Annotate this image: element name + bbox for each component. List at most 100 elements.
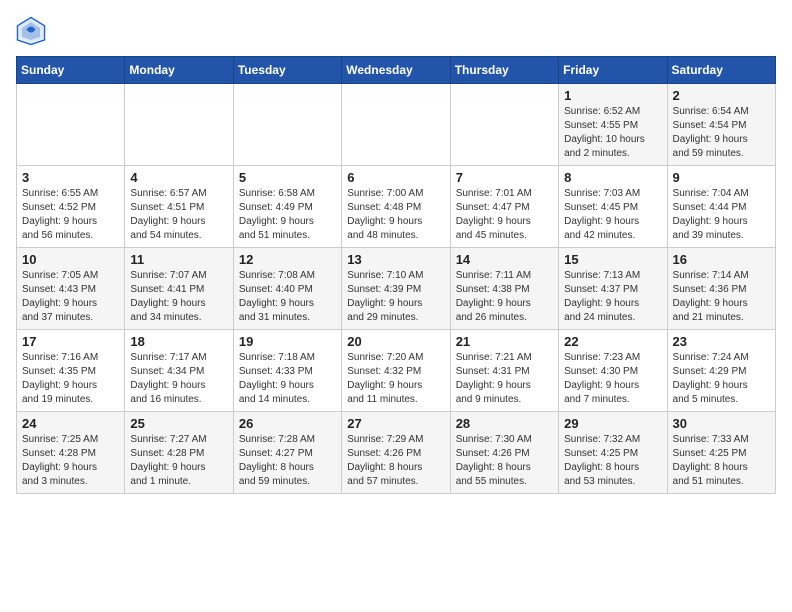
weekday-header: Tuesday — [233, 57, 341, 84]
day-number: 17 — [22, 334, 119, 349]
day-info: Sunrise: 7:17 AM Sunset: 4:34 PM Dayligh… — [130, 351, 227, 407]
day-number: 11 — [130, 252, 227, 267]
day-info: Sunrise: 7:27 AM Sunset: 4:28 PM Dayligh… — [130, 433, 227, 489]
day-number: 1 — [564, 88, 661, 103]
day-number: 21 — [456, 334, 553, 349]
day-number: 8 — [564, 170, 661, 185]
weekday-header: Sunday — [17, 57, 125, 84]
day-number: 15 — [564, 252, 661, 267]
day-info: Sunrise: 7:24 AM Sunset: 4:29 PM Dayligh… — [673, 351, 770, 407]
calendar-cell: 17 Sunrise: 7:16 AM Sunset: 4:35 PM Dayli… — [17, 330, 125, 412]
weekday-header: Friday — [559, 57, 667, 84]
day-info: Sunrise: 7:04 AM Sunset: 4:44 PM Dayligh… — [673, 187, 770, 243]
calendar-cell — [450, 84, 558, 166]
calendar-week-row: 10 Sunrise: 7:05 AM Sunset: 4:43 PM Dayli… — [17, 248, 776, 330]
day-info: Sunrise: 7:11 AM Sunset: 4:38 PM Dayligh… — [456, 269, 553, 325]
calendar-cell: 4 Sunrise: 6:57 AM Sunset: 4:51 PM Daylig… — [125, 166, 233, 248]
day-number: 23 — [673, 334, 770, 349]
day-info: Sunrise: 7:16 AM Sunset: 4:35 PM Dayligh… — [22, 351, 119, 407]
day-info: Sunrise: 7:33 AM Sunset: 4:25 PM Dayligh… — [673, 433, 770, 489]
day-info: Sunrise: 6:55 AM Sunset: 4:52 PM Dayligh… — [22, 187, 119, 243]
day-number: 14 — [456, 252, 553, 267]
calendar-cell: 26 Sunrise: 7:28 AM Sunset: 4:27 PM Dayli… — [233, 412, 341, 494]
calendar-cell — [17, 84, 125, 166]
weekday-header: Wednesday — [342, 57, 450, 84]
day-number: 12 — [239, 252, 336, 267]
day-info: Sunrise: 7:23 AM Sunset: 4:30 PM Dayligh… — [564, 351, 661, 407]
day-number: 3 — [22, 170, 119, 185]
calendar-cell: 30 Sunrise: 7:33 AM Sunset: 4:25 PM Dayli… — [667, 412, 775, 494]
day-number: 24 — [22, 416, 119, 431]
day-number: 18 — [130, 334, 227, 349]
calendar-cell: 25 Sunrise: 7:27 AM Sunset: 4:28 PM Dayli… — [125, 412, 233, 494]
calendar-cell — [342, 84, 450, 166]
calendar-cell: 7 Sunrise: 7:01 AM Sunset: 4:47 PM Daylig… — [450, 166, 558, 248]
day-info: Sunrise: 7:03 AM Sunset: 4:45 PM Dayligh… — [564, 187, 661, 243]
day-number: 7 — [456, 170, 553, 185]
day-info: Sunrise: 7:08 AM Sunset: 4:40 PM Dayligh… — [239, 269, 336, 325]
calendar-cell: 20Sunrise: 7:20 AM Sunset: 4:32 PM Dayli… — [342, 330, 450, 412]
calendar-cell: 21 Sunrise: 7:21 AM Sunset: 4:31 PM Dayli… — [450, 330, 558, 412]
logo — [16, 16, 50, 46]
day-info: Sunrise: 7:21 AM Sunset: 4:31 PM Dayligh… — [456, 351, 553, 407]
day-number: 27 — [347, 416, 444, 431]
calendar-week-row: 3 Sunrise: 6:55 AM Sunset: 4:52 PM Daylig… — [17, 166, 776, 248]
calendar-cell: 15 Sunrise: 7:13 AM Sunset: 4:37 PM Dayli… — [559, 248, 667, 330]
weekday-header-row: SundayMondayTuesdayWednesdayThursdayFrid… — [17, 57, 776, 84]
calendar-cell: 13 Sunrise: 7:10 AM Sunset: 4:39 PM Dayli… — [342, 248, 450, 330]
calendar-week-row: 17 Sunrise: 7:16 AM Sunset: 4:35 PM Dayli… — [17, 330, 776, 412]
day-info: Sunrise: 7:05 AM Sunset: 4:43 PM Dayligh… — [22, 269, 119, 325]
day-info: Sunrise: 7:13 AM Sunset: 4:37 PM Dayligh… — [564, 269, 661, 325]
calendar-cell: 16 Sunrise: 7:14 AM Sunset: 4:36 PM Dayli… — [667, 248, 775, 330]
day-number: 30 — [673, 416, 770, 431]
day-info: Sunrise: 7:18 AM Sunset: 4:33 PM Dayligh… — [239, 351, 336, 407]
calendar-cell: 27 Sunrise: 7:29 AM Sunset: 4:26 PM Dayli… — [342, 412, 450, 494]
day-number: 6 — [347, 170, 444, 185]
calendar-cell: 14 Sunrise: 7:11 AM Sunset: 4:38 PM Dayli… — [450, 248, 558, 330]
day-number: 4 — [130, 170, 227, 185]
logo-icon — [16, 16, 46, 46]
day-info: Sunrise: 7:01 AM Sunset: 4:47 PM Dayligh… — [456, 187, 553, 243]
day-number: 22 — [564, 334, 661, 349]
day-number: 5 — [239, 170, 336, 185]
page-header — [16, 16, 776, 46]
day-info: Sunrise: 7:07 AM Sunset: 4:41 PM Dayligh… — [130, 269, 227, 325]
day-info: Sunrise: 7:30 AM Sunset: 4:26 PM Dayligh… — [456, 433, 553, 489]
day-info: Sunrise: 6:57 AM Sunset: 4:51 PM Dayligh… — [130, 187, 227, 243]
calendar-cell: 1 Sunrise: 6:52 AM Sunset: 4:55 PM Daylig… — [559, 84, 667, 166]
day-number: 10 — [22, 252, 119, 267]
calendar-cell: 11 Sunrise: 7:07 AM Sunset: 4:41 PM Dayli… — [125, 248, 233, 330]
calendar-cell: 22 Sunrise: 7:23 AM Sunset: 4:30 PM Dayli… — [559, 330, 667, 412]
day-info: Sunrise: 6:52 AM Sunset: 4:55 PM Dayligh… — [564, 105, 661, 161]
day-info: Sunrise: 7:20 AM Sunset: 4:32 PM Dayligh… — [347, 351, 444, 407]
calendar-cell: 8 Sunrise: 7:03 AM Sunset: 4:45 PM Daylig… — [559, 166, 667, 248]
calendar-cell: 18 Sunrise: 7:17 AM Sunset: 4:34 PM Dayli… — [125, 330, 233, 412]
day-info: Sunrise: 6:58 AM Sunset: 4:49 PM Dayligh… — [239, 187, 336, 243]
calendar-cell — [233, 84, 341, 166]
day-info: Sunrise: 7:10 AM Sunset: 4:39 PM Dayligh… — [347, 269, 444, 325]
calendar-table: SundayMondayTuesdayWednesdayThursdayFrid… — [16, 56, 776, 494]
day-info: Sunrise: 7:28 AM Sunset: 4:27 PM Dayligh… — [239, 433, 336, 489]
day-info: Sunrise: 7:29 AM Sunset: 4:26 PM Dayligh… — [347, 433, 444, 489]
day-number: 2 — [673, 88, 770, 103]
day-info: Sunrise: 6:54 AM Sunset: 4:54 PM Dayligh… — [673, 105, 770, 161]
calendar-week-row: 24Sunrise: 7:25 AM Sunset: 4:28 PM Dayli… — [17, 412, 776, 494]
weekday-header: Saturday — [667, 57, 775, 84]
day-number: 13 — [347, 252, 444, 267]
calendar-cell: 24Sunrise: 7:25 AM Sunset: 4:28 PM Dayli… — [17, 412, 125, 494]
day-number: 25 — [130, 416, 227, 431]
calendar-cell: 23 Sunrise: 7:24 AM Sunset: 4:29 PM Dayli… — [667, 330, 775, 412]
calendar-cell: 10 Sunrise: 7:05 AM Sunset: 4:43 PM Dayli… — [17, 248, 125, 330]
day-number: 26 — [239, 416, 336, 431]
weekday-header: Monday — [125, 57, 233, 84]
calendar-cell: 19Sunrise: 7:18 AM Sunset: 4:33 PM Dayli… — [233, 330, 341, 412]
weekday-header: Thursday — [450, 57, 558, 84]
calendar-cell: 3 Sunrise: 6:55 AM Sunset: 4:52 PM Daylig… — [17, 166, 125, 248]
day-info: Sunrise: 7:14 AM Sunset: 4:36 PM Dayligh… — [673, 269, 770, 325]
calendar-cell: 2 Sunrise: 6:54 AM Sunset: 4:54 PM Daylig… — [667, 84, 775, 166]
day-info: Sunrise: 7:32 AM Sunset: 4:25 PM Dayligh… — [564, 433, 661, 489]
calendar-cell: 28Sunrise: 7:30 AM Sunset: 4:26 PM Dayli… — [450, 412, 558, 494]
calendar-cell: 5 Sunrise: 6:58 AM Sunset: 4:49 PM Daylig… — [233, 166, 341, 248]
calendar-week-row: 1 Sunrise: 6:52 AM Sunset: 4:55 PM Daylig… — [17, 84, 776, 166]
day-number: 16 — [673, 252, 770, 267]
